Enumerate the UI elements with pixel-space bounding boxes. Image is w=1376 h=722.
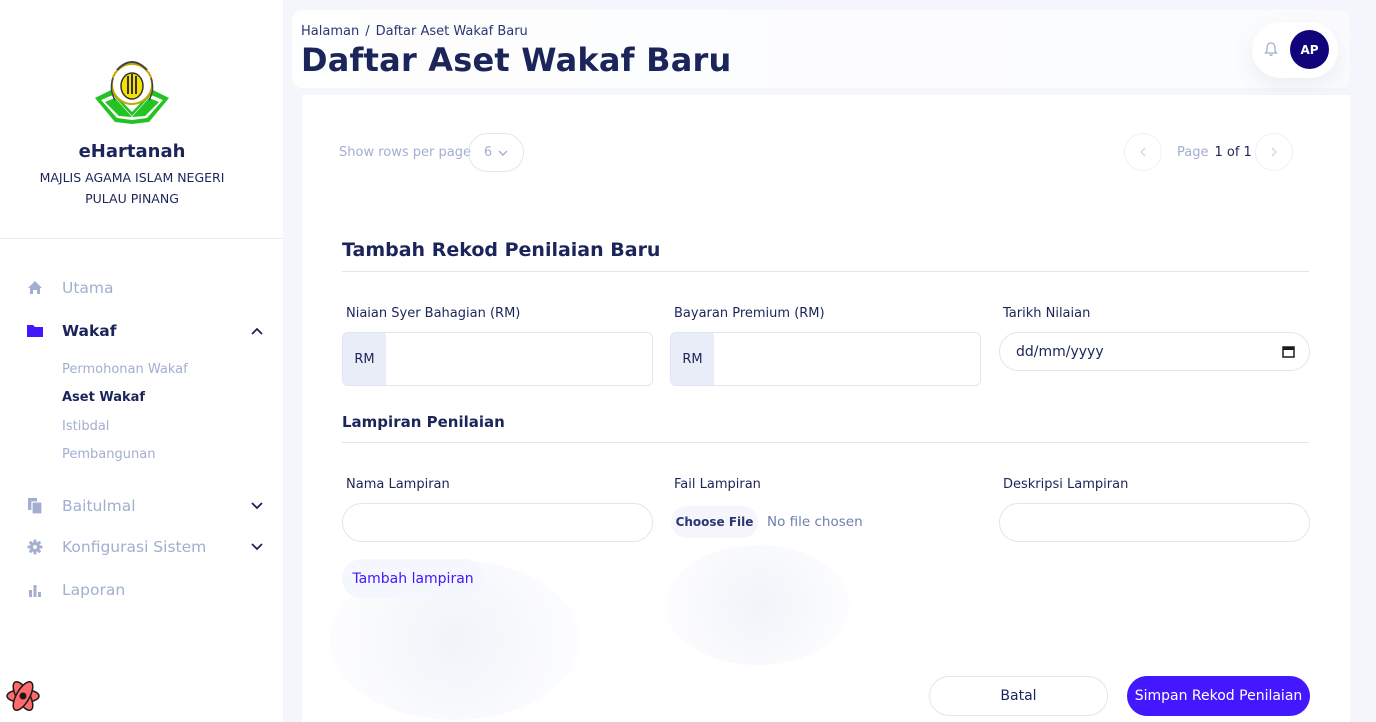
bell-icon[interactable] <box>1262 40 1280 58</box>
rows-per-page-select[interactable]: 6 <box>468 133 524 172</box>
form-section-title: Tambah Rekod Penilaian Baru <box>342 239 661 261</box>
date-placeholder: dd/mm/yyyy <box>1016 343 1104 360</box>
brand-subtitle-line2: PULAU PINANG <box>85 191 179 206</box>
sidebar-item-laporan[interactable]: Laporan <box>0 575 283 605</box>
nama-lampiran-label: Nama Lampiran <box>346 477 450 492</box>
sidebar-item-wakaf[interactable]: Wakaf <box>0 316 283 346</box>
sidebar-subitem-pembangunan[interactable]: Pembangunan <box>62 447 155 462</box>
file-status: No file chosen <box>767 514 863 530</box>
page-value: 1 of 1 <box>1214 145 1252 160</box>
documents-icon <box>26 497 44 515</box>
currency-addon: RM <box>343 333 386 385</box>
sidebar-subitem-permohonan-wakaf[interactable]: Permohonan Wakaf <box>62 362 188 377</box>
breadcrumb-current: Daftar Aset Wakaf Baru <box>375 24 528 39</box>
breadcrumb: Halaman / Daftar Aset Wakaf Baru <box>301 24 528 39</box>
nama-lampiran-input[interactable] <box>342 503 653 542</box>
brand-subtitle: MAJLIS AGAMA ISLAM NEGERI PULAU PINANG <box>0 167 264 209</box>
niaian-field[interactable]: RM <box>342 332 653 386</box>
rows-per-page-label: Show rows per page <box>339 145 471 160</box>
tarikh-label: Tarikh Nilaian <box>1003 306 1091 321</box>
sidebar-subitem-istibdal[interactable]: Istibdal <box>62 419 109 434</box>
save-button[interactable]: Simpan Rekod Penilaian <box>1127 676 1310 716</box>
breadcrumb-separator: / <box>365 24 370 39</box>
bayaran-field[interactable]: RM <box>670 332 981 386</box>
add-attachment-button[interactable]: Tambah lampiran <box>342 559 484 598</box>
fail-lampiran-label: Fail Lampiran <box>674 477 761 492</box>
chevron-right-icon <box>1271 147 1277 157</box>
niaian-input[interactable] <box>386 333 652 385</box>
home-icon <box>26 279 44 297</box>
niaian-label: Niaian Syer Bahagian (RM) <box>346 306 521 321</box>
avatar[interactable]: AP <box>1290 30 1329 69</box>
folder-icon <box>26 322 44 340</box>
section-divider <box>342 442 1309 443</box>
choose-file-button[interactable]: Choose File <box>671 506 758 538</box>
chevron-down-icon <box>250 540 264 554</box>
react-devtools-icon[interactable] <box>4 677 42 715</box>
cancel-button[interactable]: Batal <box>929 676 1108 716</box>
sidebar-divider <box>0 238 283 239</box>
section-divider <box>342 271 1309 272</box>
sidebar-item-label: Baitulmal <box>62 497 136 515</box>
sidebar-subitem-aset-wakaf[interactable]: Aset Wakaf <box>62 390 145 405</box>
bayaran-input[interactable] <box>714 333 980 385</box>
currency-addon: RM <box>671 333 714 385</box>
chevron-up-icon <box>250 324 264 338</box>
sidebar-item-label: Utama <box>62 279 114 297</box>
pagination-info: Page 1 of 1 <box>1177 145 1252 160</box>
chevron-left-icon <box>1140 147 1146 157</box>
previous-page-button[interactable] <box>1124 133 1162 171</box>
deskripsi-lampiran-label: Deskripsi Lampiran <box>1003 477 1129 492</box>
sidebar: eHartanah MAJLIS AGAMA ISLAM NEGERI PULA… <box>0 0 283 722</box>
lampiran-section-title: Lampiran Penilaian <box>342 413 505 431</box>
background-decoration <box>665 545 850 665</box>
tarikh-date-input[interactable]: dd/mm/yyyy <box>999 332 1310 371</box>
page-title: Daftar Aset Wakaf Baru <box>301 41 732 79</box>
sidebar-item-baitulmal[interactable]: Baitulmal <box>0 491 283 521</box>
gear-icon <box>26 538 44 556</box>
bar-chart-icon <box>26 581 44 599</box>
brand-subtitle-line1: MAJLIS AGAMA ISLAM NEGERI <box>39 170 225 185</box>
sidebar-item-utama[interactable]: Utama <box>0 273 283 303</box>
majlis-logo <box>0 50 264 130</box>
rows-per-page-value: 6 <box>483 145 493 160</box>
sidebar-item-konfigurasi-sistem[interactable]: Konfigurasi Sistem <box>0 532 283 562</box>
calendar-icon[interactable] <box>1282 345 1295 358</box>
brand-title: eHartanah <box>78 141 186 162</box>
deskripsi-lampiran-input[interactable] <box>999 503 1310 542</box>
breadcrumb-root[interactable]: Halaman <box>301 24 359 39</box>
page-label: Page <box>1177 145 1209 160</box>
chevron-down-icon <box>498 145 508 160</box>
sidebar-item-label: Konfigurasi Sistem <box>62 538 207 556</box>
bayaran-label: Bayaran Premium (RM) <box>674 306 825 321</box>
sidebar-item-label: Laporan <box>62 581 126 599</box>
chevron-down-icon <box>250 499 264 513</box>
sidebar-item-label: Wakaf <box>62 322 117 340</box>
next-page-button[interactable] <box>1255 133 1293 171</box>
